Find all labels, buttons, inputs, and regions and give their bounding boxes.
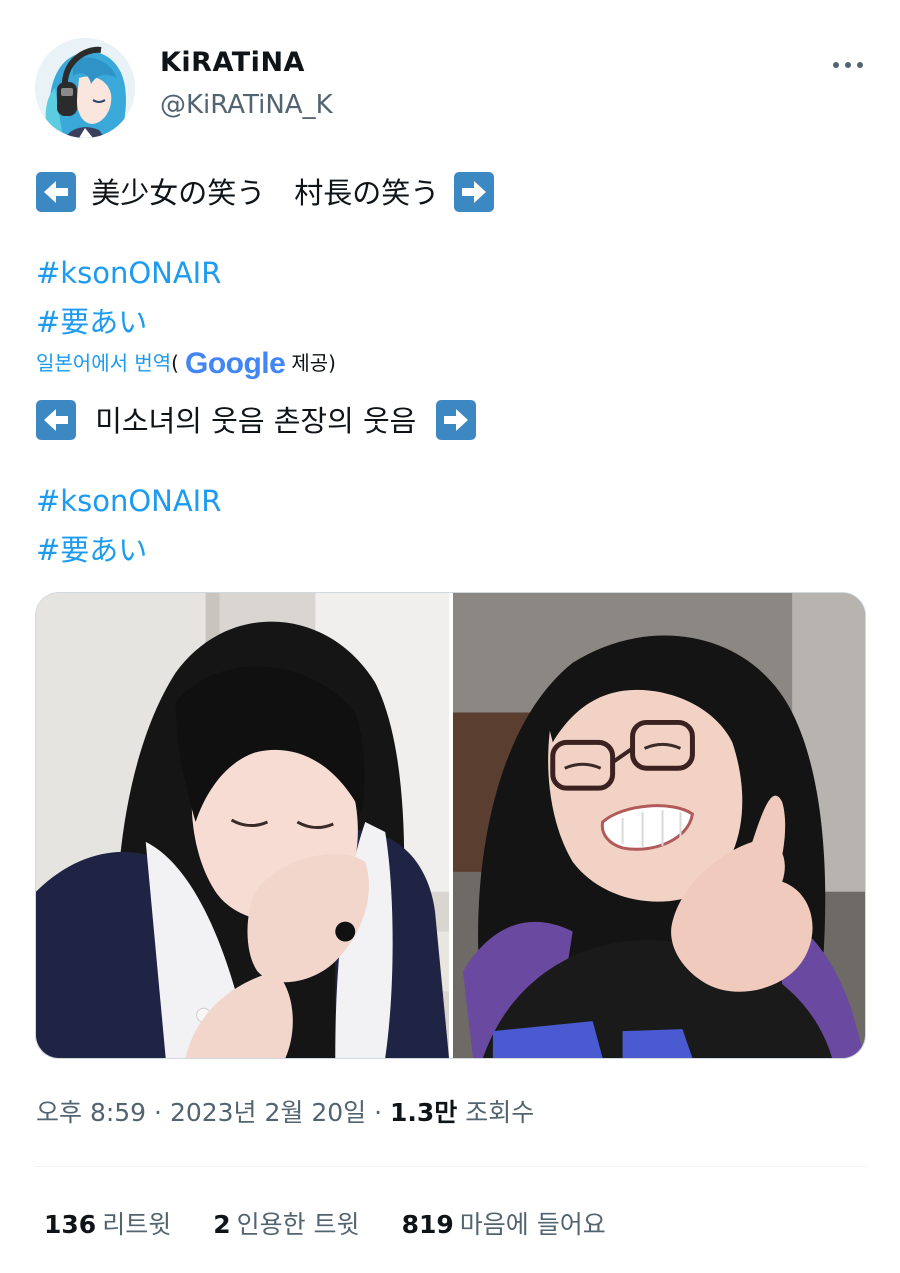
more-dots-icon [833, 62, 863, 68]
retweets-label: 리트윗 [102, 1210, 172, 1239]
translation-link[interactable]: 일본어에서 번역 [36, 351, 171, 375]
likes-count: 819 [401, 1210, 454, 1239]
left-arrow-emoji-icon [36, 400, 76, 440]
retweets-stat[interactable]: 136 리트윗 [44, 1205, 171, 1241]
hashtag-link[interactable]: #要あい [36, 299, 147, 341]
divider [35, 1166, 866, 1167]
engagement-stats: 136 리트윗 2 인용한 트윗 819 마음에 들어요 [44, 1205, 606, 1241]
retweets-count: 136 [44, 1210, 97, 1239]
photo-glasses-laughing-image [453, 593, 865, 1058]
photo-glasses-laughing[interactable] [453, 593, 865, 1058]
author-handle[interactable]: @KiRATiNA_K [160, 90, 333, 120]
avatar[interactable] [35, 38, 135, 138]
quotes-label: 인용한 트윗 [236, 1210, 360, 1239]
author-display-name[interactable]: KiRATiNA [160, 47, 305, 78]
tweet-original-line: 美少女の笑う 村長の笑う [36, 170, 495, 212]
translation-attribution: 일본어에서 번역(Google 제공) [36, 347, 336, 381]
tweet-meta: 오후 8:59 · 2023년 2월 20일 · 1.3만 조회수 [36, 1093, 534, 1129]
translation-paren-open: ( [171, 351, 179, 375]
photo-girl-laughing[interactable] [36, 593, 449, 1058]
quotes-stat[interactable]: 2 인용한 트윗 [213, 1205, 359, 1241]
tweet-translated-line: 미소녀의 웃음 촌장의 웃음 [36, 398, 476, 440]
hashtag-link[interactable]: #要あい [36, 527, 147, 569]
more-options-button[interactable] [826, 50, 870, 80]
tweet-date[interactable]: 2023년 2월 20일 [170, 1098, 366, 1127]
hashtag-link[interactable]: #ksonONAIR [36, 256, 221, 290]
right-arrow-emoji-icon [454, 172, 495, 212]
meta-separator: · [366, 1098, 391, 1127]
tweet-translated-text: 미소녀의 웃음 촌장의 웃음 [95, 404, 417, 438]
meta-separator: · [146, 1098, 170, 1127]
translation-provider-suffix: 제공) [291, 351, 336, 375]
hashtag-link[interactable]: #ksonONAIR [36, 484, 221, 518]
likes-stat[interactable]: 819 마음에 들어요 [402, 1205, 606, 1241]
right-arrow-emoji-icon [435, 400, 476, 440]
views-count: 1.3만 [390, 1098, 458, 1127]
left-arrow-emoji-icon [36, 172, 76, 212]
anime-avatar-icon [35, 38, 135, 138]
google-logo: Google [184, 347, 286, 380]
tweet-original-text: 美少女の笑う 村長の笑う [91, 176, 440, 210]
photo-girl-laughing-image [36, 593, 449, 1058]
tweet-time[interactable]: 오후 8:59 [36, 1098, 146, 1127]
likes-label: 마음에 들어요 [459, 1210, 606, 1239]
media-grid [35, 592, 866, 1059]
quotes-count: 2 [213, 1210, 231, 1239]
views-label: 조회수 [465, 1098, 535, 1127]
google-logo-text: Google [184, 347, 286, 380]
